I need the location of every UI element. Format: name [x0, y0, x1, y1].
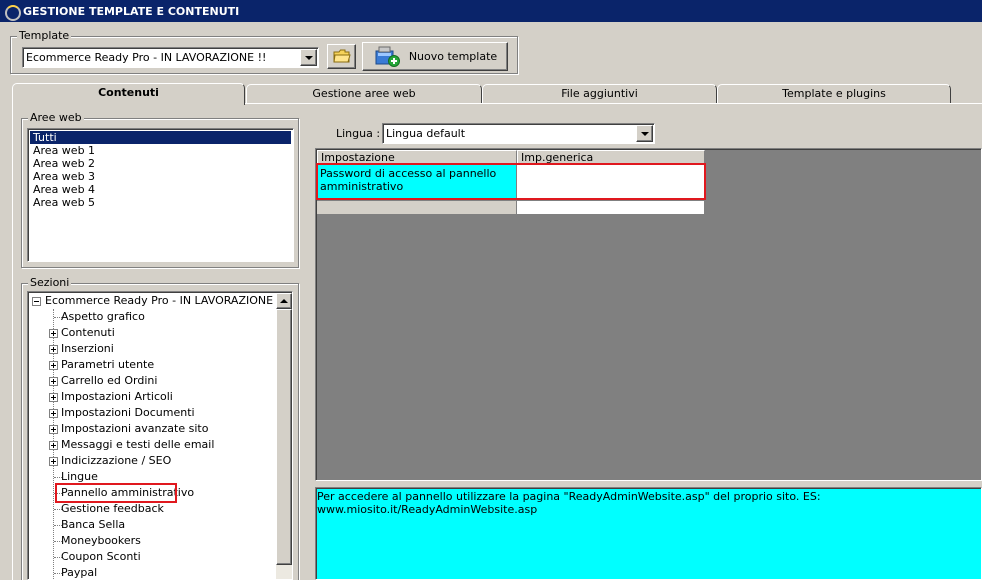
- list-item[interactable]: Area web 4: [30, 183, 291, 196]
- sezioni-scrollbar[interactable]: [276, 293, 292, 579]
- open-folder-button[interactable]: [327, 44, 356, 69]
- template-group-label: Template: [17, 29, 72, 43]
- tab-template-e-plugins[interactable]: Template e plugins: [717, 84, 951, 103]
- tree-item-aspetto-grafico[interactable]: Aspetto grafico: [61, 309, 145, 325]
- expand-icon[interactable]: [49, 409, 58, 418]
- tree-item-banca-sella[interactable]: Banca Sella: [61, 517, 125, 533]
- expand-icon[interactable]: [49, 377, 58, 386]
- tree-item-coupon-sconti[interactable]: Coupon Sconti: [61, 549, 141, 565]
- chevron-down-icon: [640, 131, 649, 136]
- grid-cell-empty[interactable]: [517, 201, 705, 215]
- template-select[interactable]: Ecommerce Ready Pro - IN LAVORAZIONE !!: [22, 47, 319, 68]
- grid-cell-empty[interactable]: [317, 201, 517, 215]
- chevron-down-icon: [304, 55, 313, 60]
- tab-panel-left-edge: [12, 103, 13, 580]
- settings-grid[interactable]: Impostazione Imp.generica Password di ac…: [315, 148, 982, 481]
- tree-item-impostazioni-documenti[interactable]: Impostazioni Documenti: [61, 405, 195, 421]
- template-dropdown-button[interactable]: [300, 49, 317, 66]
- tree-item-moneybookers[interactable]: Moneybookers: [61, 533, 141, 549]
- tab-template-e-plugins-label: Template e plugins: [782, 87, 886, 100]
- grid-header-imp-generica[interactable]: Imp.generica: [517, 150, 705, 165]
- grid-cell-value[interactable]: [517, 165, 705, 201]
- list-item[interactable]: Tutti: [30, 131, 291, 144]
- tab-contenuti-label: Contenuti: [98, 86, 159, 99]
- tree-item-pannello-amministrativo[interactable]: Pannello amministrativo: [61, 485, 194, 501]
- scroll-up-button[interactable]: [276, 293, 292, 309]
- folder-icon: [332, 49, 351, 63]
- grid-header-impostazione[interactable]: Impostazione: [317, 150, 517, 165]
- description-panel: Per accedere al pannello utilizzare la p…: [315, 487, 982, 580]
- window-title: GESTIONE TEMPLATE E CONTENUTI: [23, 4, 240, 18]
- grid-cell-setting[interactable]: Password di accesso al pannello amminist…: [317, 165, 517, 201]
- expand-icon[interactable]: [49, 345, 58, 354]
- tree-item-messaggi-email[interactable]: Messaggi e testi delle email: [61, 437, 214, 453]
- scroll-thumb[interactable]: [276, 309, 292, 565]
- lingua-select[interactable]: Lingua default: [382, 123, 655, 144]
- expand-icon[interactable]: [49, 393, 58, 402]
- sezioni-label: Sezioni: [28, 276, 72, 290]
- expand-icon[interactable]: [49, 361, 58, 370]
- tree-item-paypal[interactable]: Paypal: [61, 565, 97, 579]
- lingua-label: Lingua :: [336, 127, 381, 140]
- tree-item-parametri-utente[interactable]: Parametri utente: [61, 357, 154, 373]
- aree-web-label: Aree web: [28, 111, 84, 125]
- tree-item-gestione-feedback[interactable]: Gestione feedback: [61, 501, 164, 517]
- tree-item-indicizzazione-seo[interactable]: Indicizzazione / SEO: [61, 453, 171, 469]
- tab-gestione-aree-web-label: Gestione aree web: [312, 87, 416, 100]
- lingua-select-value: Lingua default: [386, 127, 466, 140]
- tab-file-aggiuntivi-label: File aggiuntivi: [561, 87, 638, 100]
- title-bar: GESTIONE TEMPLATE E CONTENUTI: [0, 0, 982, 22]
- expand-icon[interactable]: [49, 441, 58, 450]
- list-item[interactable]: Area web 2: [30, 157, 291, 170]
- lingua-dropdown-button[interactable]: [636, 125, 653, 142]
- aree-web-list[interactable]: Tutti Area web 1 Area web 2 Area web 3 A…: [27, 128, 294, 262]
- tree-item-carrello-ed-ordini[interactable]: Carrello ed Ordini: [61, 373, 157, 389]
- list-item[interactable]: Area web 5: [30, 196, 291, 209]
- tab-file-aggiuntivi[interactable]: File aggiuntivi: [482, 84, 717, 103]
- chevron-up-icon: [280, 299, 288, 303]
- expand-icon[interactable]: [49, 457, 58, 466]
- list-item[interactable]: Area web 1: [30, 144, 291, 157]
- expand-icon[interactable]: [49, 425, 58, 434]
- new-template-button[interactable]: Nuovo template: [362, 42, 508, 71]
- new-template-label: Nuovo template: [408, 50, 498, 63]
- tree-item-impostazioni-articoli[interactable]: Impostazioni Articoli: [61, 389, 173, 405]
- list-item[interactable]: Area web 3: [30, 170, 291, 183]
- expand-icon[interactable]: [49, 329, 58, 338]
- tab-gestione-aree-web[interactable]: Gestione aree web: [246, 84, 482, 103]
- collapse-icon[interactable]: [32, 297, 41, 306]
- sezioni-tree[interactable]: Ecommerce Ready Pro - IN LAVORAZIONE !! …: [27, 291, 293, 580]
- tab-contenuti[interactable]: Contenuti: [12, 83, 245, 105]
- new-template-icon: [375, 46, 400, 67]
- tree-item-inserzioni[interactable]: Inserzioni: [61, 341, 114, 357]
- tree-item-lingue[interactable]: Lingue: [61, 469, 98, 485]
- template-select-value: Ecommerce Ready Pro - IN LAVORAZIONE !!: [26, 51, 267, 64]
- tree-item-impostazioni-avanzate-sito[interactable]: Impostazioni avanzate sito: [61, 421, 208, 437]
- tree-root[interactable]: Ecommerce Ready Pro - IN LAVORAZIONE !!: [45, 293, 285, 309]
- tree-item-contenuti[interactable]: Contenuti: [61, 325, 115, 341]
- app-icon: [4, 4, 21, 21]
